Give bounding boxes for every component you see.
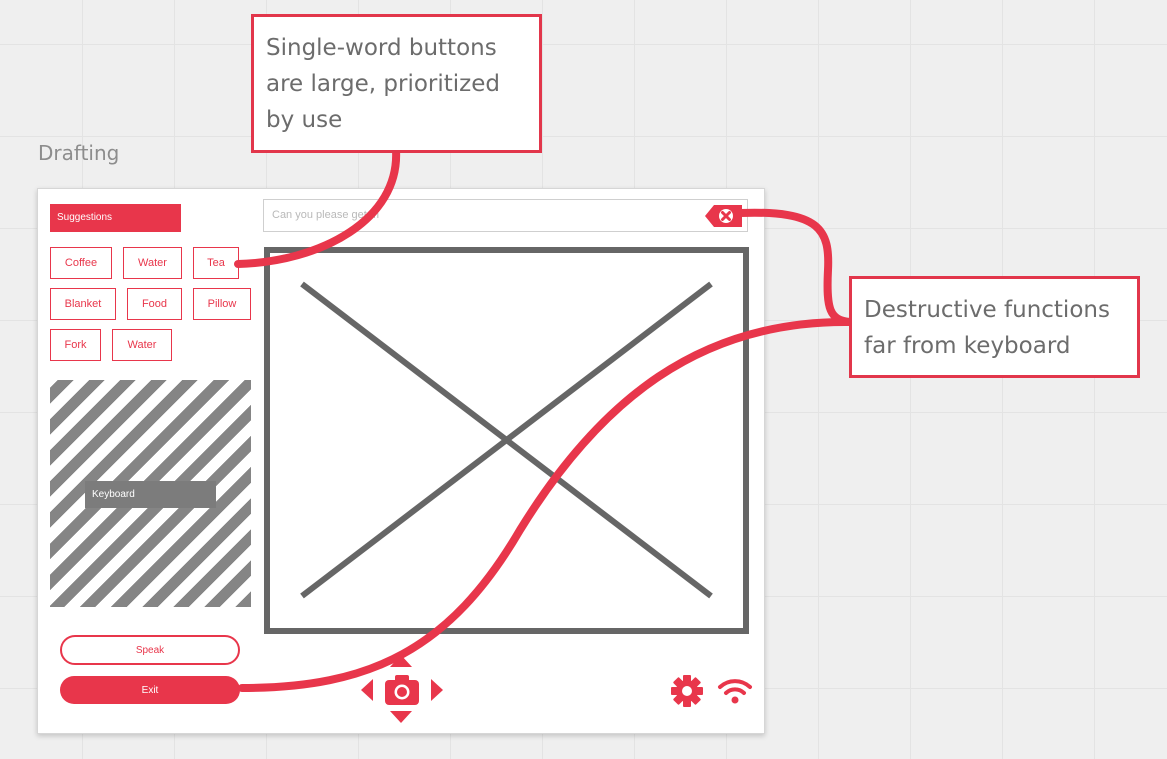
annotation-single-word-buttons: Single-word buttons are large, prioritiz…: [251, 14, 542, 153]
annotation-line: Single-word buttons: [266, 35, 497, 61]
annotation-destructive-functions: Destructive functions far from keyboard: [849, 276, 1140, 378]
annotation-line: far from keyboard: [864, 333, 1071, 359]
annotation-line: are large, prioritized: [266, 71, 501, 97]
annotation-line: Destructive functions: [864, 297, 1110, 323]
annotation-connectors: [234, 146, 854, 692]
annotation-line: by use: [266, 107, 343, 133]
